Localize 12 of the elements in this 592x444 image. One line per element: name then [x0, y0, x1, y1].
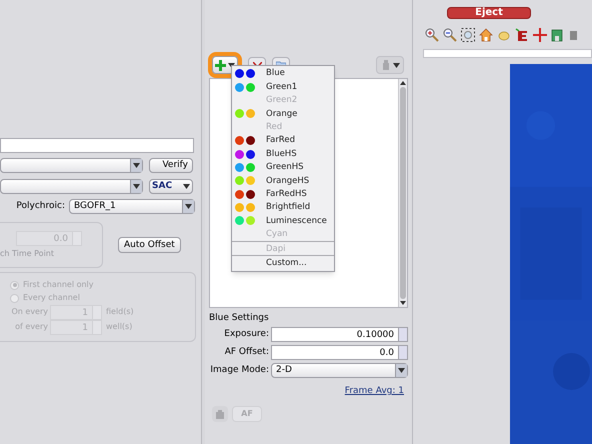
time-point-label: ch Time Point: [0, 248, 54, 260]
radio-label: Every channel: [23, 292, 80, 304]
every-label: On every: [10, 306, 49, 318]
settings-title: Blue Settings: [209, 313, 270, 324]
field-label: Exposure:: [223, 328, 270, 341]
unit-label: field(s): [106, 306, 134, 318]
field-label: AF Offset:: [224, 346, 270, 359]
unit-label: well(s): [106, 321, 132, 333]
polychroic-label: Polychroic:: [16, 200, 65, 213]
field-label: Image Mode:: [209, 364, 270, 377]
radio-label: First channel only: [23, 279, 94, 291]
every-label: of every: [14, 321, 49, 333]
